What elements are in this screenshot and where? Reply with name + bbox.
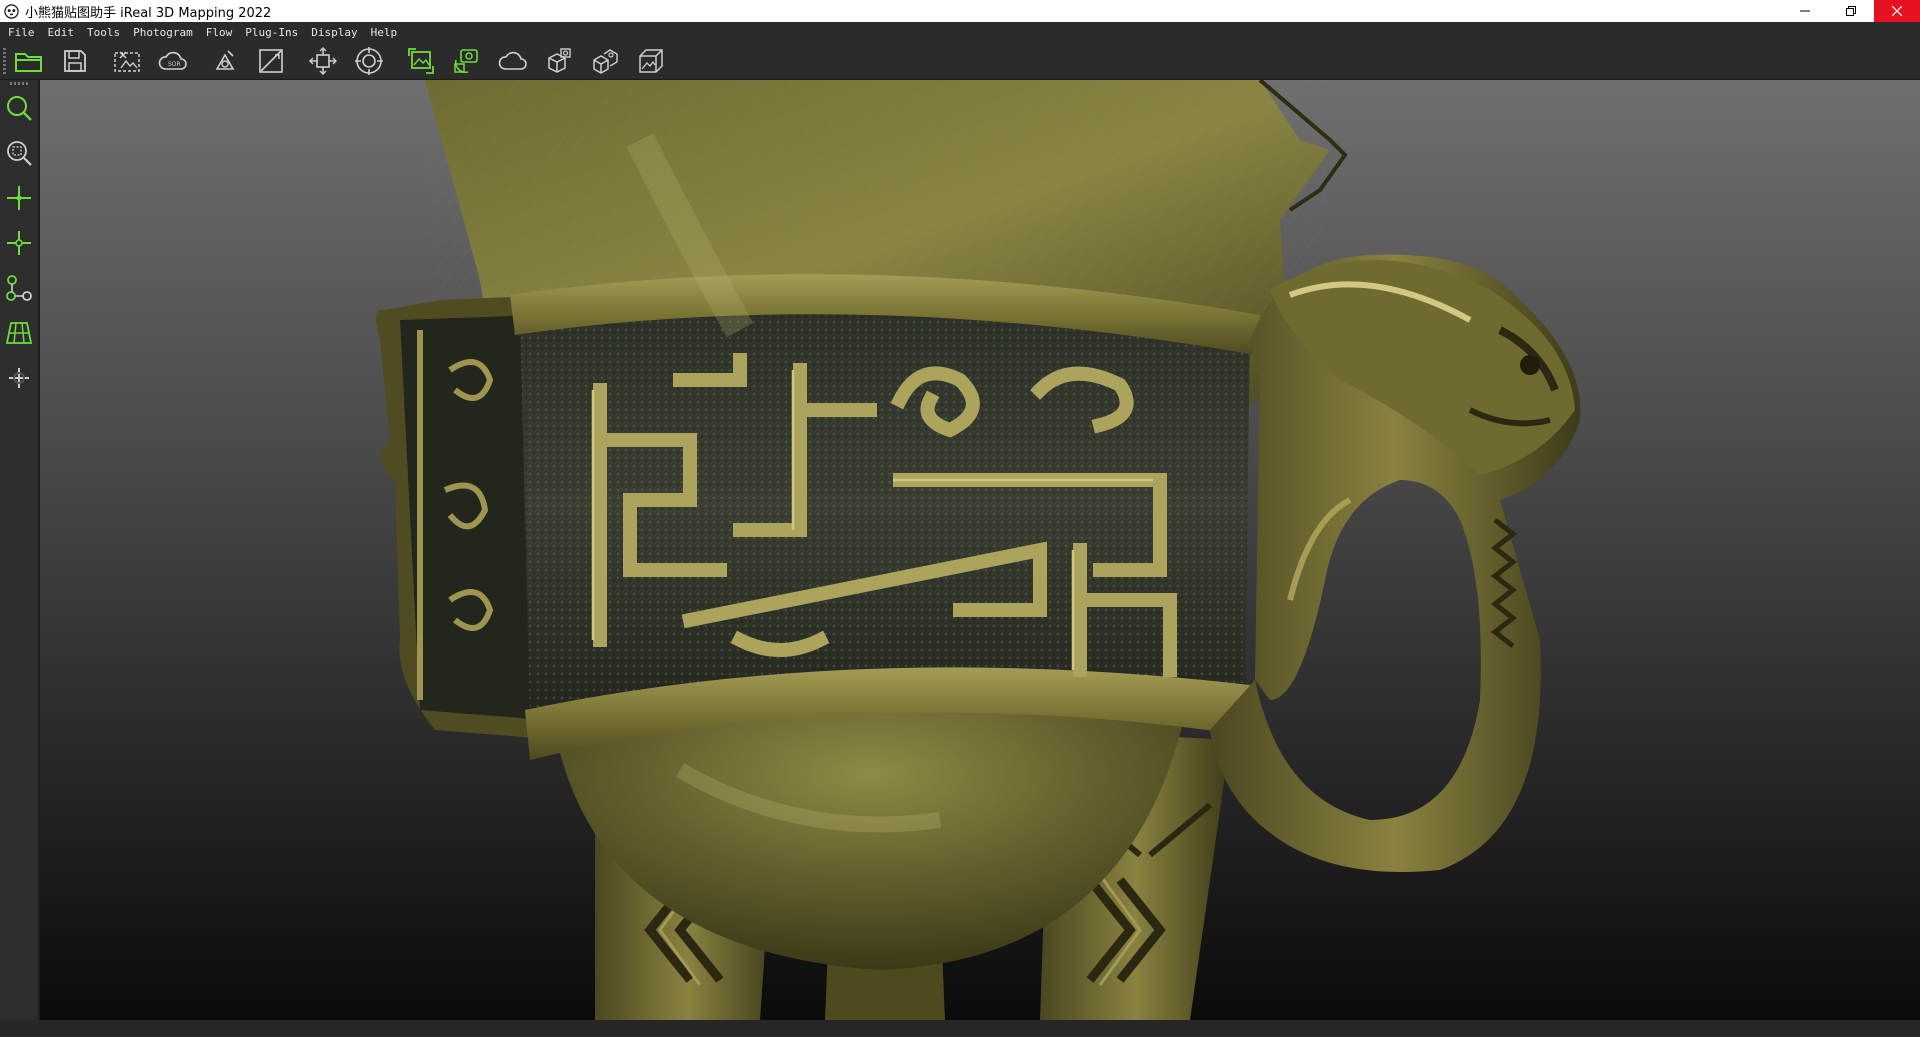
grid-icon — [5, 322, 33, 344]
menu-edit[interactable]: Edit — [48, 26, 75, 39]
crop-selection-button[interactable] — [110, 45, 144, 77]
status-bar — [0, 1020, 1920, 1037]
menu-display[interactable]: Display — [311, 26, 357, 39]
minimize-button[interactable] — [1782, 0, 1828, 22]
menu-help[interactable]: Help — [371, 26, 398, 39]
title-bar: 小熊猫贴图助手 iReal 3D Mapping 2022 — [0, 0, 1920, 22]
export-scene-icon — [593, 48, 618, 74]
menu-file[interactable]: File — [8, 26, 35, 39]
diagonal-split-icon — [259, 48, 283, 73]
menu-plug-ins[interactable]: Plug-Ins — [245, 26, 298, 39]
camera-refresh-button[interactable] — [450, 45, 484, 77]
restore-icon — [1846, 6, 1856, 16]
vessel-decor-band — [510, 274, 1260, 760]
texture-view-button[interactable] — [634, 45, 668, 77]
photo-align-button[interactable] — [404, 45, 438, 77]
minimize-icon — [1800, 10, 1810, 12]
toolbar-grip[interactable] — [3, 47, 6, 74]
connect-nodes-icon — [6, 275, 32, 301]
crop-selection-icon — [114, 50, 140, 72]
open-button[interactable] — [12, 45, 46, 77]
connect-nodes-button[interactable] — [2, 271, 36, 305]
save-icon — [64, 49, 86, 72]
add-point-button[interactable] — [2, 181, 36, 215]
left-toolbar-grip[interactable] — [10, 82, 28, 85]
move-model-button[interactable] — [306, 45, 340, 77]
main-toolbar: SOR — [0, 42, 1920, 80]
vessel-handle — [1210, 254, 1581, 872]
left-toolbar — [0, 80, 38, 1020]
split-button[interactable] — [254, 45, 288, 77]
restore-button[interactable] — [1828, 0, 1874, 22]
camera-refresh-icon — [454, 48, 478, 73]
close-button[interactable] — [1874, 0, 1920, 22]
bronze-vessel-model[interactable] — [40, 80, 1920, 1020]
export-scene-button[interactable] — [588, 45, 622, 77]
save-button[interactable] — [58, 45, 92, 77]
sor-filter-button[interactable]: SOR — [156, 45, 190, 77]
clean-tool-button[interactable] — [208, 45, 242, 77]
pan-cross-button[interactable] — [2, 361, 36, 395]
pan-cross-icon — [9, 368, 29, 388]
clean-tool-icon — [215, 49, 235, 70]
menu-flow[interactable]: Flow — [206, 26, 233, 39]
menu-tools[interactable]: Tools — [87, 26, 120, 39]
export-model-button[interactable] — [542, 45, 576, 77]
3d-viewport[interactable] — [40, 80, 1920, 1020]
cloud-button[interactable] — [496, 45, 530, 77]
pick-point-button[interactable] — [2, 226, 36, 260]
target-center-icon — [355, 46, 383, 75]
grid-button[interactable] — [2, 316, 36, 350]
move-model-icon — [309, 46, 337, 75]
target-center-button[interactable] — [352, 45, 386, 77]
menu-bar: File Edit Tools Photogram Flow Plug-Ins … — [0, 22, 1920, 42]
add-point-icon — [7, 186, 31, 210]
export-model-icon — [548, 47, 571, 73]
photo-align-icon — [408, 47, 434, 74]
texture-view-icon — [639, 48, 663, 73]
close-icon — [1892, 6, 1902, 16]
cloud-icon — [498, 51, 527, 70]
app-logo-icon — [4, 3, 19, 19]
zoom-icon — [7, 96, 32, 121]
zoom-fit-icon — [7, 141, 32, 166]
zoom-button[interactable] — [2, 91, 36, 125]
sor-cloud-icon: SOR — [158, 51, 187, 70]
svg-text:SOR: SOR — [168, 61, 181, 68]
window-title: 小熊猫贴图助手 iReal 3D Mapping 2022 — [25, 5, 272, 21]
zoom-fit-button[interactable] — [2, 136, 36, 170]
open-folder-icon — [15, 52, 42, 72]
menu-photogram[interactable]: Photogram — [133, 26, 193, 39]
pick-point-icon — [7, 231, 31, 255]
